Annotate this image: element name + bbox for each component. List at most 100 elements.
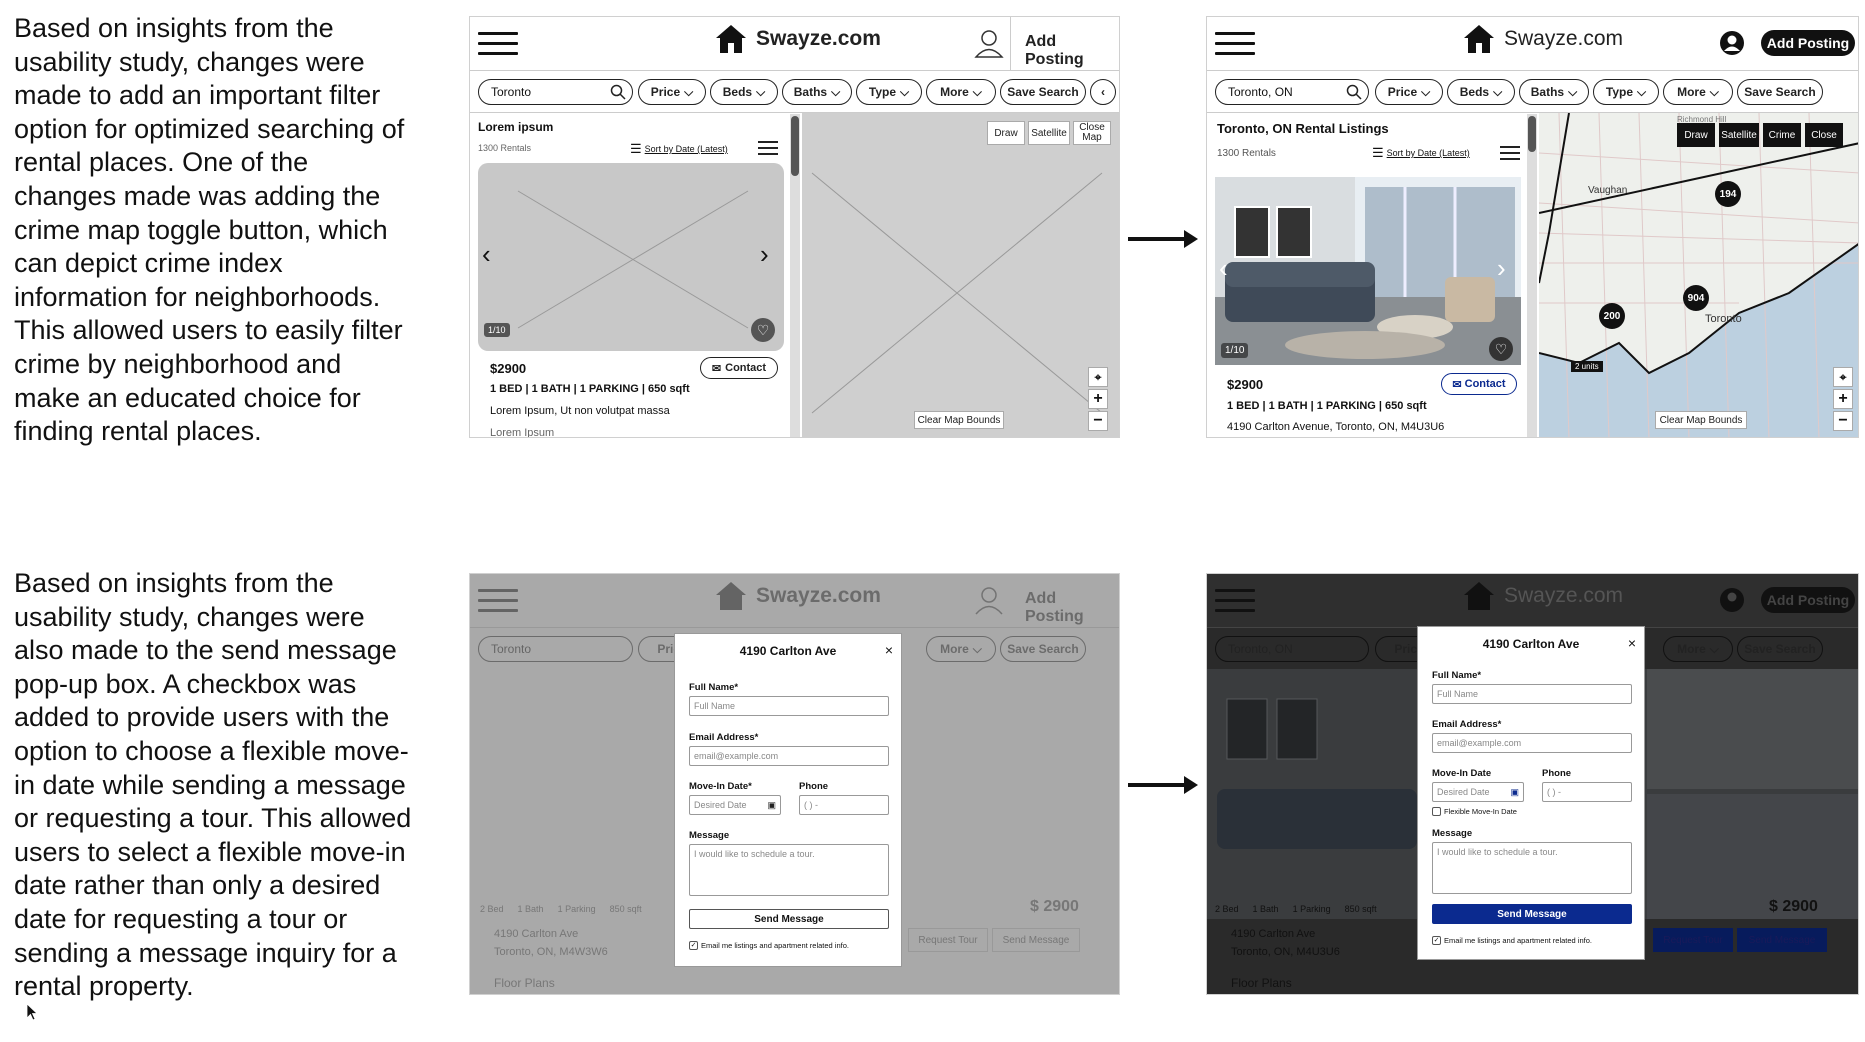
list-view-icon[interactable] bbox=[1500, 146, 1520, 160]
locate-icon[interactable]: ⌖ bbox=[1833, 367, 1853, 387]
map-unit-marker[interactable]: 2 units bbox=[1571, 361, 1603, 372]
menu-icon[interactable] bbox=[1215, 32, 1255, 56]
listing-address: 4190 Carlton Ave bbox=[1231, 928, 1316, 940]
description-line: This allowed users to easily filter bbox=[14, 315, 403, 346]
full-name-input[interactable]: Full Name bbox=[689, 696, 889, 716]
top-description: Based on insights from the usability stud… bbox=[14, 12, 434, 449]
description-line: information for neighborhoods. bbox=[14, 281, 381, 312]
satellite-button[interactable]: Satellite bbox=[1719, 123, 1759, 147]
move-in-date-input[interactable]: Desired Date ▣ bbox=[1432, 782, 1524, 802]
phone-input[interactable]: ( ) - bbox=[799, 795, 889, 815]
zoom-in-button[interactable]: + bbox=[1833, 389, 1853, 409]
description-line: Based on insights from the bbox=[14, 13, 334, 43]
map-placeholder[interactable] bbox=[802, 113, 1119, 437]
filter-type[interactable]: Type ⌵ bbox=[856, 79, 922, 105]
zoom-out-button[interactable]: − bbox=[1088, 411, 1108, 431]
listing-photo-placeholder[interactable] bbox=[478, 163, 784, 351]
crime-button[interactable]: Crime bbox=[1763, 123, 1801, 147]
filter-price[interactable]: Price ⌵ bbox=[638, 79, 706, 105]
list-scrollbar[interactable] bbox=[1527, 114, 1537, 437]
add-posting-label: Add Posting bbox=[1761, 587, 1855, 613]
map-cluster-marker[interactable]: 200 bbox=[1599, 303, 1625, 329]
next-photo-icon[interactable]: › bbox=[760, 239, 769, 270]
move-in-date-input[interactable]: Desired Date ▣ bbox=[689, 795, 781, 815]
add-posting-button[interactable]: Add Posting bbox=[1761, 30, 1855, 56]
filter-baths[interactable]: Baths ⌵ bbox=[1519, 79, 1589, 105]
menu-icon[interactable] bbox=[478, 32, 518, 56]
flexible-move-in-checkbox[interactable]: Flexible Move-In Date bbox=[1432, 807, 1517, 816]
message-textarea[interactable]: I would like to schedule a tour. bbox=[1432, 842, 1632, 894]
contact-button[interactable]: ✉ Contact bbox=[700, 357, 778, 379]
filter-baths[interactable]: Baths ⌵ bbox=[782, 79, 852, 105]
zoom-out-button[interactable]: − bbox=[1833, 411, 1853, 431]
filter-more[interactable]: More ⌵ bbox=[926, 79, 996, 105]
close-map-button[interactable]: Close bbox=[1805, 123, 1843, 147]
sort-icon: ☰ bbox=[630, 141, 642, 156]
email-opt-in-checkbox[interactable]: ✓ Email me listings and apartment related… bbox=[1432, 936, 1592, 945]
message-label: Message bbox=[1432, 828, 1473, 839]
send-message-button[interactable]: Send Message bbox=[1432, 904, 1632, 924]
description-line: users to select a flexible move-in bbox=[14, 836, 406, 867]
zoom-in-button[interactable]: + bbox=[1088, 389, 1108, 409]
email-opt-in-checkbox[interactable]: ✓ Email me listings and apartment related… bbox=[689, 941, 849, 950]
draw-button[interactable]: Draw bbox=[987, 121, 1025, 145]
next-photo-icon[interactable]: › bbox=[1497, 253, 1506, 284]
contact-button[interactable]: ✉ Contact bbox=[1441, 373, 1517, 395]
close-icon[interactable]: × bbox=[1628, 635, 1636, 651]
sort-dropdown[interactable]: ☰ Sort by Date (Latest) bbox=[1372, 145, 1470, 161]
logo[interactable]: Swayze.com bbox=[1462, 23, 1623, 55]
close-map-button[interactable]: Close Map bbox=[1073, 121, 1111, 145]
prev-photo-icon[interactable]: ‹ bbox=[482, 239, 491, 270]
list-view-icon[interactable] bbox=[758, 141, 778, 155]
filter-type[interactable]: Type ⌵ bbox=[1593, 79, 1659, 105]
save-search-button: Save Search bbox=[1737, 636, 1823, 662]
filter-beds[interactable]: Beds ⌵ bbox=[1447, 79, 1515, 105]
phone-input[interactable]: ( ) - bbox=[1542, 782, 1632, 802]
house-icon bbox=[716, 582, 746, 610]
description-line: date rather than only a desired bbox=[14, 870, 381, 901]
search-input[interactable]: Toronto, ON bbox=[1215, 79, 1369, 105]
locate-icon[interactable]: ⌖ bbox=[1088, 367, 1108, 387]
close-icon[interactable]: × bbox=[885, 642, 893, 658]
favorite-icon[interactable]: ♡ bbox=[751, 318, 775, 342]
map-cluster-marker[interactable]: 194 bbox=[1715, 181, 1741, 207]
logo[interactable]: Swayze.com bbox=[714, 23, 881, 55]
filter-more[interactable]: More ⌵ bbox=[1663, 79, 1733, 105]
favorite-icon[interactable]: ♡ bbox=[1489, 337, 1513, 361]
phone-label: Phone bbox=[799, 781, 829, 792]
description-line: made to add an important filter bbox=[14, 80, 381, 111]
search-icon bbox=[1346, 84, 1362, 100]
listing-city: Toronto, ON, M4W3W6 bbox=[494, 946, 608, 958]
email-input[interactable]: email@example.com bbox=[689, 746, 889, 766]
clear-map-bounds-button[interactable]: Clear Map Bounds bbox=[914, 411, 1004, 429]
draw-button[interactable]: Draw bbox=[1677, 123, 1715, 147]
save-search-button[interactable]: Save Search bbox=[1000, 79, 1086, 105]
satellite-button[interactable]: Satellite bbox=[1028, 121, 1070, 145]
collapse-icon[interactable]: ‹ bbox=[1090, 79, 1116, 105]
clear-map-bounds-button[interactable]: Clear Map Bounds bbox=[1655, 411, 1747, 429]
filter-beds[interactable]: Beds ⌵ bbox=[710, 79, 778, 105]
list-scrollbar[interactable] bbox=[790, 114, 800, 437]
listing-description: Lorem Ipsum, Ut non volutpat massa bbox=[490, 405, 670, 417]
description-line: in date while sending a message bbox=[14, 769, 406, 800]
add-posting-button[interactable]: Add Posting bbox=[1025, 33, 1119, 69]
save-search-button[interactable]: Save Search bbox=[1737, 79, 1823, 105]
listing-description-2: Lorem Ipsum bbox=[490, 427, 555, 438]
account-icon[interactable] bbox=[1719, 30, 1745, 56]
full-name-input[interactable]: Full Name bbox=[1432, 684, 1632, 704]
send-message-button[interactable]: Send Message bbox=[689, 909, 889, 929]
email-input[interactable]: email@example.com bbox=[1432, 733, 1632, 753]
search-input[interactable]: Toronto bbox=[478, 79, 633, 105]
prev-photo-icon[interactable]: ‹ bbox=[1219, 253, 1228, 284]
message-textarea[interactable]: I would like to schedule a tour. bbox=[689, 844, 889, 896]
description-line: sending a message inquiry for a bbox=[14, 937, 397, 968]
listing-photo[interactable] bbox=[1215, 177, 1521, 365]
filter-price[interactable]: Price ⌵ bbox=[1375, 79, 1443, 105]
user-icon[interactable] bbox=[973, 27, 1005, 59]
map[interactable] bbox=[1539, 113, 1858, 437]
rental-count: 1300 Rentals bbox=[478, 143, 532, 153]
sort-dropdown[interactable]: ☰ Sort by Date (Latest) bbox=[630, 141, 728, 157]
description-line: also made to the send message bbox=[14, 635, 397, 666]
listing-price: $2900 bbox=[1227, 377, 1264, 392]
map-cluster-marker[interactable]: 904 bbox=[1683, 285, 1709, 311]
